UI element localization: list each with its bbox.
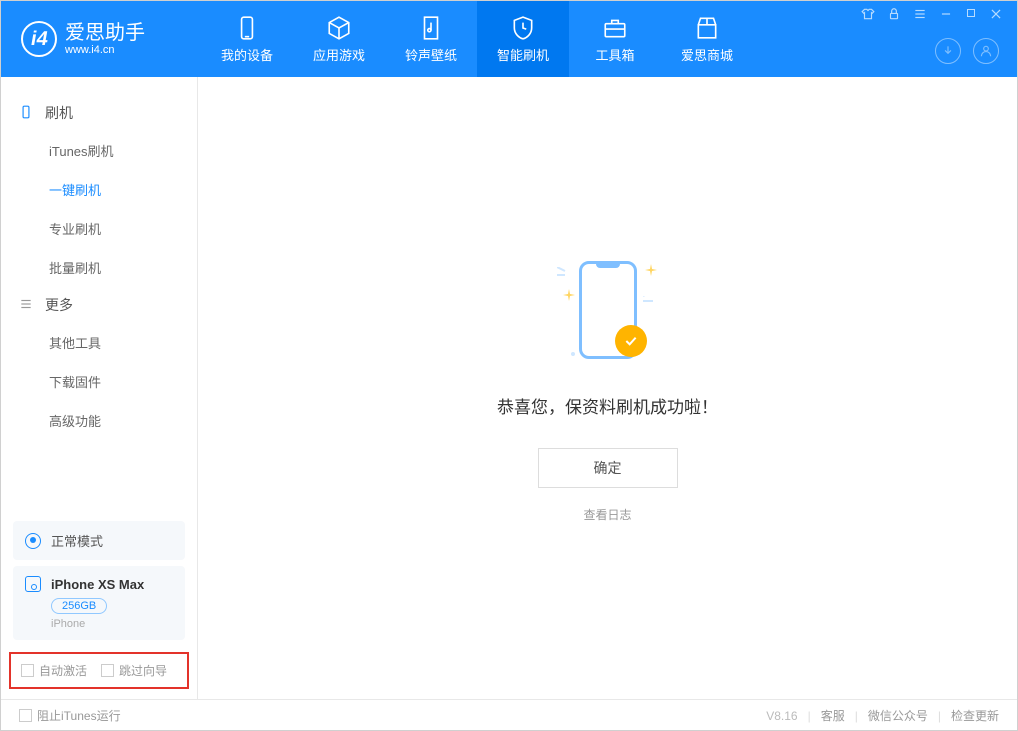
shirt-icon[interactable]	[861, 7, 875, 24]
nav-apps-games[interactable]: 应用游戏	[293, 1, 385, 77]
lock-icon[interactable]	[887, 7, 901, 24]
header-right	[861, 1, 1003, 77]
sidebar-item-download-firmware[interactable]: 下载固件	[49, 362, 197, 401]
minimize-button[interactable]	[939, 7, 953, 24]
mode-icon	[25, 533, 41, 549]
sidebar: 刷机 iTunes刷机 一键刷机 专业刷机 批量刷机 更多 其他工具 下载固件 …	[1, 77, 198, 699]
sidebar-item-advanced[interactable]: 高级功能	[49, 401, 197, 440]
device-capacity: 256GB	[51, 598, 107, 614]
device-type: iPhone	[51, 618, 173, 630]
sidebar-item-itunes-flash[interactable]: iTunes刷机	[49, 131, 197, 170]
mode-indicator[interactable]: 正常模式	[13, 521, 185, 560]
device-info[interactable]: iPhone XS Max 256GB iPhone	[13, 566, 185, 640]
window-controls	[861, 7, 1003, 24]
cube-icon	[326, 15, 352, 41]
nav-ringtone-wallpaper[interactable]: 铃声壁纸	[385, 1, 477, 77]
maximize-button[interactable]	[965, 7, 977, 24]
sidebar-item-other-tools[interactable]: 其他工具	[49, 323, 197, 362]
version-label: V8.16	[766, 709, 797, 723]
app-url: www.i4.cn	[65, 45, 145, 56]
wechat-link[interactable]: 微信公众号	[868, 707, 928, 724]
list-icon	[19, 297, 35, 314]
main-content: 恭喜您，保资料刷机成功啦！ 确定 查看日志	[198, 77, 1017, 699]
footer: 阻止iTunes运行 V8.16 | 客服 | 微信公众号 | 检查更新	[1, 699, 1017, 731]
device-name: iPhone XS Max	[51, 577, 144, 592]
phone-icon	[19, 105, 35, 122]
checkbox-auto-activate[interactable]: 自动激活	[21, 662, 87, 679]
nav-my-device[interactable]: 我的设备	[201, 1, 293, 77]
user-button[interactable]	[973, 38, 999, 64]
check-update-link[interactable]: 检查更新	[951, 707, 999, 724]
options-highlighted: 自动激活 跳过向导	[9, 652, 189, 689]
sidebar-item-oneclick-flash[interactable]: 一键刷机	[49, 170, 197, 209]
checkbox-skip-guide[interactable]: 跳过向导	[101, 662, 167, 679]
view-log-link[interactable]: 查看日志	[583, 506, 631, 523]
header: i4 爱思助手 www.i4.cn 我的设备 应用游戏 铃声壁纸 智能刷机 工具…	[1, 1, 1017, 77]
store-icon	[694, 15, 720, 41]
nav-toolbox[interactable]: 工具箱	[569, 1, 661, 77]
nav-smart-flash[interactable]: 智能刷机	[477, 1, 569, 77]
success-illustration	[563, 253, 653, 373]
shield-icon	[510, 15, 536, 41]
close-button[interactable]	[989, 7, 1003, 24]
sidebar-item-batch-flash[interactable]: 批量刷机	[49, 248, 197, 287]
sparkle-icon	[645, 263, 651, 269]
sparkle-icon	[563, 288, 569, 294]
checkbox-block-itunes[interactable]: 阻止iTunes运行	[19, 707, 121, 724]
ok-button[interactable]: 确定	[538, 448, 678, 488]
top-nav: 我的设备 应用游戏 铃声壁纸 智能刷机 工具箱 爱思商城	[201, 1, 753, 77]
device-icon	[25, 576, 41, 592]
support-link[interactable]: 客服	[821, 707, 845, 724]
music-file-icon	[418, 15, 444, 41]
toolbox-icon	[602, 15, 628, 41]
download-button[interactable]	[935, 38, 961, 64]
app-logo-icon: i4	[21, 21, 57, 57]
sidebar-section-more[interactable]: 更多	[1, 287, 197, 323]
app-name: 爱思助手	[65, 23, 145, 43]
logo[interactable]: i4 爱思助手 www.i4.cn	[1, 21, 201, 57]
nav-store[interactable]: 爱思商城	[661, 1, 753, 77]
checkmark-badge-icon	[615, 325, 647, 357]
menu-icon[interactable]	[913, 7, 927, 24]
sparkle-icon	[567, 347, 573, 353]
sidebar-section-flash[interactable]: 刷机	[1, 95, 197, 131]
sidebar-item-pro-flash[interactable]: 专业刷机	[49, 209, 197, 248]
success-message: 恭喜您，保资料刷机成功啦！	[497, 393, 718, 418]
device-icon	[234, 15, 260, 41]
